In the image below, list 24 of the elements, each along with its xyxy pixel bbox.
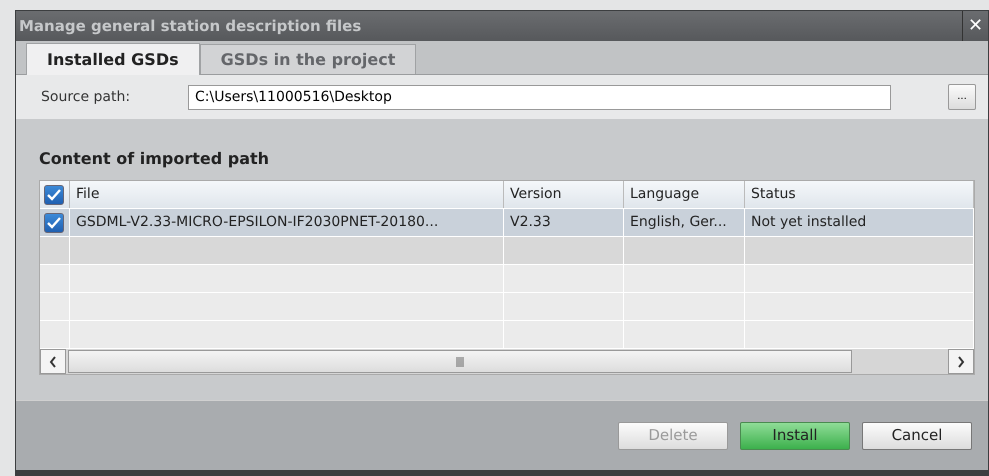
chevron-right-icon — [957, 356, 965, 368]
tab[interactable]: Installed GSDs — [26, 43, 200, 75]
browse-button[interactable]: ... — [948, 84, 976, 110]
path-field[interactable]: C:\Users\11000516\Desktop — [188, 84, 891, 110]
scroll-right-button[interactable] — [948, 349, 974, 374]
field-label: Source path: — [41, 88, 132, 106]
dialog-button[interactable]: Install — [740, 422, 850, 450]
tab[interactable]: GSDs in the project — [200, 44, 416, 74]
scroll-left-button[interactable] — [40, 349, 66, 374]
table-cell: V2.33 — [504, 209, 624, 236]
scrollbar-thumb[interactable] — [68, 350, 852, 373]
section-title: Content of imported path — [39, 148, 270, 170]
dialog-button[interactable]: Cancel — [862, 422, 972, 450]
column-header[interactable]: Language — [624, 181, 745, 208]
column-header[interactable]: Status — [745, 181, 974, 208]
window-title: Manage general station description files — [19, 16, 362, 37]
table-cell: GSDML-V2.33-MICRO-EPSILON-IF2030PNET-20180... — [70, 209, 504, 236]
checkbox[interactable] — [44, 184, 64, 204]
chevron-left-icon — [49, 356, 57, 368]
table-cell: Not yet installed — [745, 209, 974, 236]
column-header[interactable]: File — [70, 181, 504, 208]
column-header[interactable]: Version — [504, 181, 624, 208]
checkbox[interactable] — [44, 212, 64, 232]
table-cell: English, Ger... — [624, 209, 745, 236]
